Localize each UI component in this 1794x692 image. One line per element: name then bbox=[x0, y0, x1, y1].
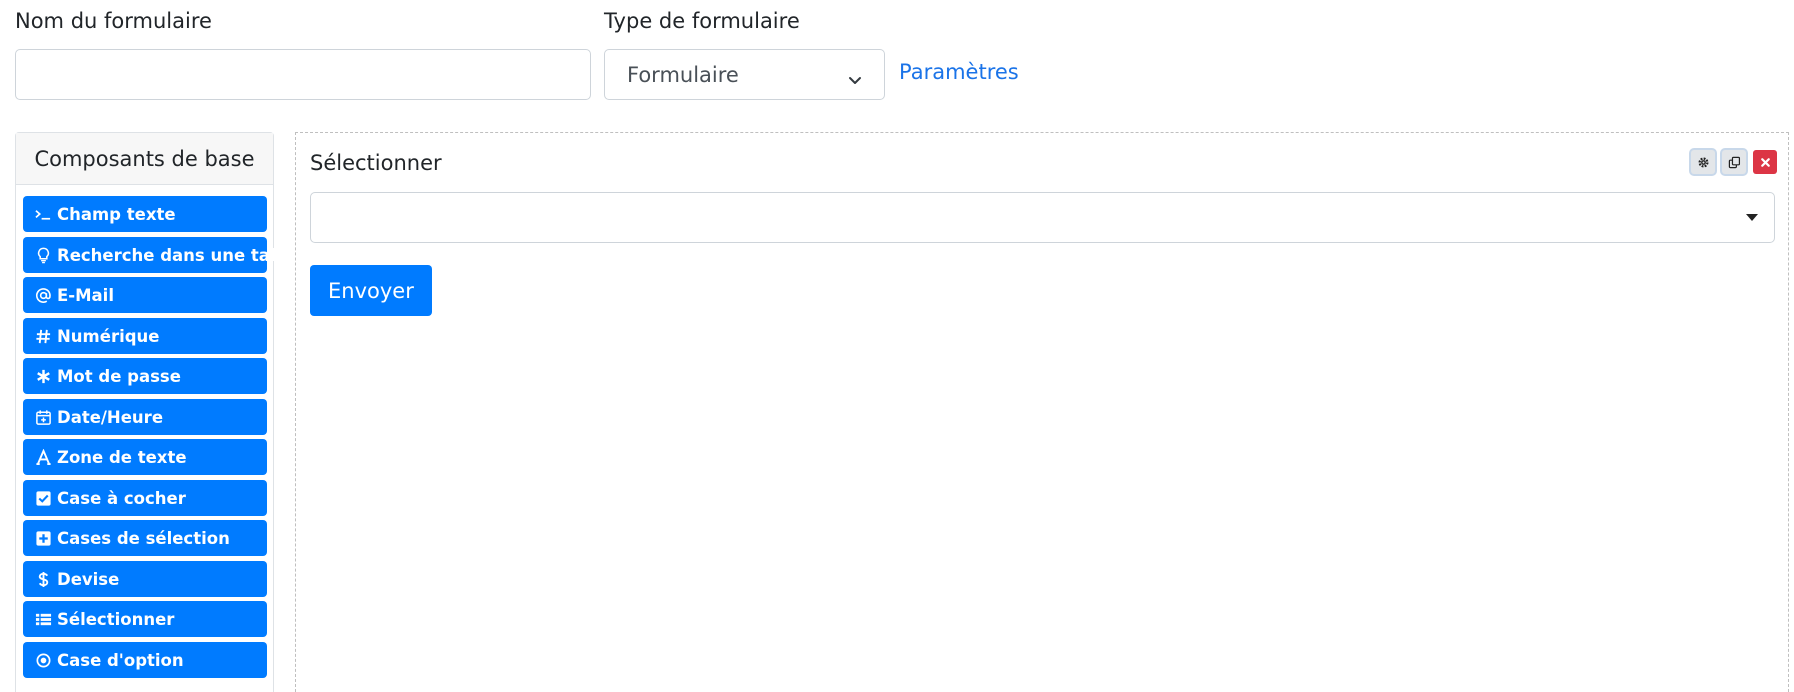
form-type-value: Formulaire bbox=[627, 62, 739, 87]
component-label: Mot de passe bbox=[57, 366, 181, 386]
component-label: Recherche dans une table bbox=[57, 245, 299, 265]
form-type-label: Type de formulaire bbox=[604, 9, 800, 33]
form-type-select[interactable]: Formulaire bbox=[604, 49, 885, 100]
calendar-icon bbox=[34, 408, 52, 426]
check-square-icon bbox=[34, 489, 52, 507]
component-label: Case d'option bbox=[57, 650, 184, 670]
component-label: Sélectionner bbox=[57, 609, 175, 629]
component-currency[interactable]: Devise bbox=[23, 561, 267, 597]
terminal-icon bbox=[34, 205, 52, 223]
plus-square-icon bbox=[34, 529, 52, 547]
component-label: Champ texte bbox=[57, 204, 176, 224]
component-toolbar bbox=[1691, 150, 1777, 174]
component-text-field[interactable]: Champ texte bbox=[23, 196, 267, 232]
asterisk-icon bbox=[34, 367, 52, 385]
component-label: Case à cocher bbox=[57, 488, 186, 508]
component-textarea[interactable]: Zone de texte bbox=[23, 439, 267, 475]
components-sidebar: Composants de base Champ texte Recherche… bbox=[15, 132, 299, 692]
font-icon bbox=[34, 448, 52, 466]
component-label: Cases de sélection bbox=[57, 528, 230, 548]
parameters-link[interactable]: Paramètres bbox=[899, 62, 1019, 83]
component-password[interactable]: Mot de passe bbox=[23, 358, 267, 394]
component-radio[interactable]: Case d'option bbox=[23, 642, 267, 678]
submit-button[interactable]: Envoyer bbox=[310, 265, 432, 316]
form-name-label: Nom du formulaire bbox=[15, 9, 212, 33]
hash-icon bbox=[34, 327, 52, 345]
component-datetime[interactable]: Date/Heure bbox=[23, 399, 267, 435]
gear-icon bbox=[1697, 156, 1709, 168]
component-label: Date/Heure bbox=[57, 407, 164, 427]
component-label: Numérique bbox=[57, 326, 160, 346]
close-icon bbox=[1760, 157, 1770, 167]
list-icon bbox=[34, 610, 52, 628]
radio-icon bbox=[34, 651, 52, 669]
select-field-dropdown[interactable] bbox=[310, 192, 1775, 243]
component-checkbox[interactable]: Case à cocher bbox=[23, 480, 267, 516]
lightbulb-icon bbox=[34, 246, 52, 264]
form-builder-canvas[interactable]: Sélectionner Envoyer bbox=[295, 132, 1789, 692]
component-select-boxes[interactable]: Cases de sélection bbox=[23, 520, 267, 556]
remove-component-button[interactable] bbox=[1753, 150, 1777, 174]
component-select[interactable]: Sélectionner bbox=[23, 601, 267, 637]
dollar-icon bbox=[34, 570, 52, 588]
component-label: E-Mail bbox=[57, 285, 114, 305]
component-email[interactable]: E-Mail bbox=[23, 277, 267, 313]
component-table-lookup[interactable]: Recherche dans une table bbox=[23, 237, 299, 273]
form-name-input[interactable] bbox=[15, 49, 591, 100]
sidebar-title: Composants de base bbox=[16, 133, 273, 185]
copy-icon bbox=[1728, 156, 1740, 168]
copy-component-button[interactable] bbox=[1722, 150, 1746, 174]
caret-down-icon bbox=[1746, 214, 1758, 221]
select-field-label: Sélectionner bbox=[310, 151, 442, 175]
at-icon bbox=[34, 286, 52, 304]
component-label: Devise bbox=[57, 569, 120, 589]
component-label: Zone de texte bbox=[57, 447, 187, 467]
chevron-down-icon bbox=[848, 68, 862, 84]
edit-component-button[interactable] bbox=[1691, 150, 1715, 174]
component-number[interactable]: Numérique bbox=[23, 318, 267, 354]
